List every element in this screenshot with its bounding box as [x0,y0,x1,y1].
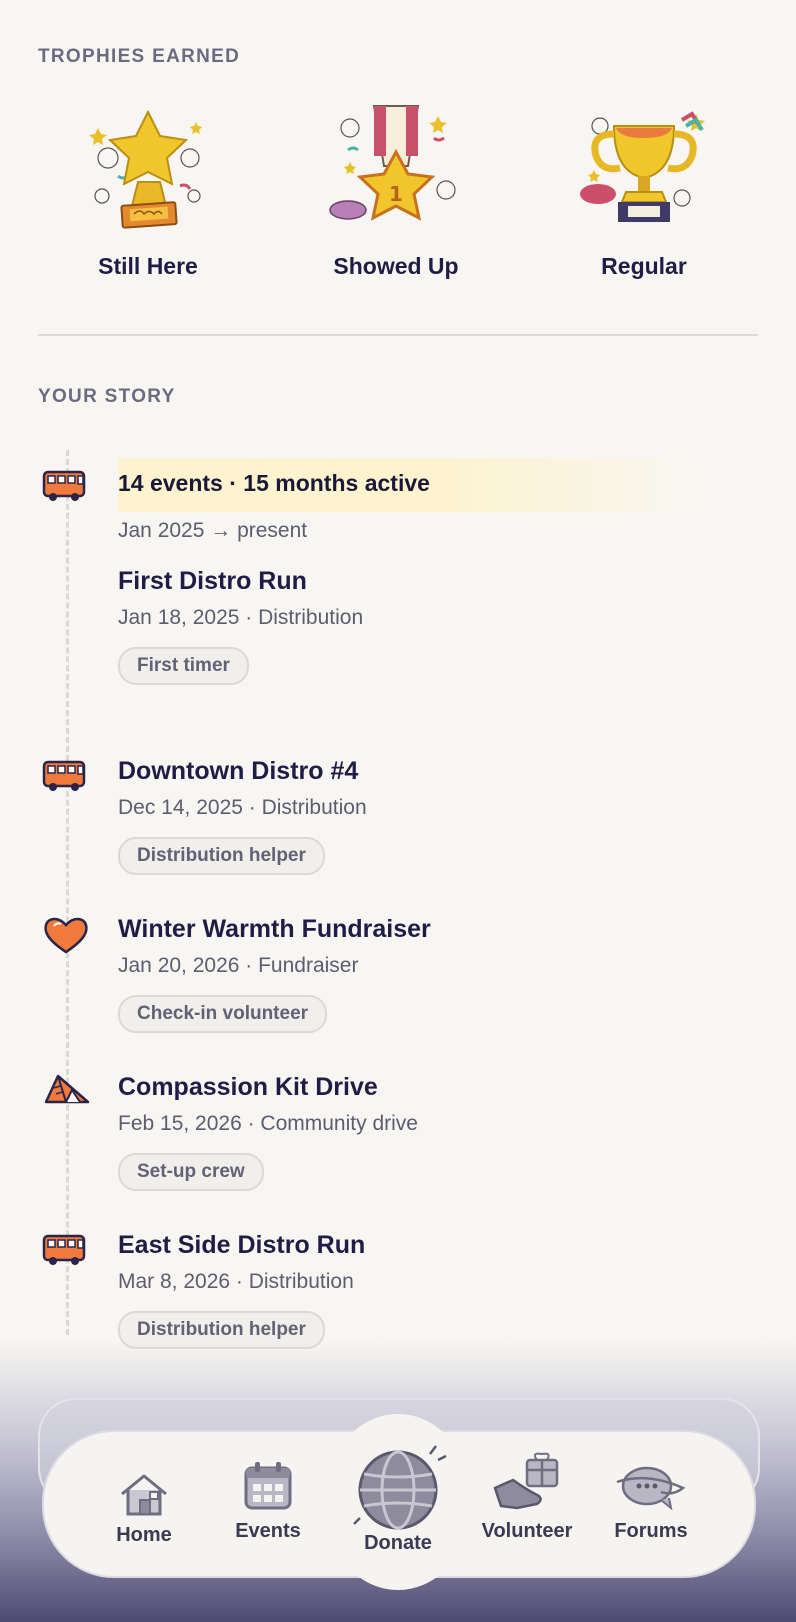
nav-label: Donate [364,1532,432,1554]
role-chip: First timer [118,647,249,685]
nav-label: Forums [614,1520,688,1542]
trophy-regular[interactable]: Regular [549,98,739,280]
tent-icon [44,1074,90,1104]
role-chip: Distribution helper [118,837,325,875]
role-chip: Set-up crew [118,1153,264,1191]
trophy-showed-up[interactable]: 1 Showed Up [301,98,491,280]
role-chip: Check-in volunteer [118,995,328,1033]
calendar-icon [244,1462,292,1510]
trophy-name: Still Here [98,253,198,279]
event-title[interactable]: East Side Distro Run [118,1231,365,1260]
timeline-line [66,450,69,1335]
gift-hand-icon [493,1452,559,1510]
star-medal-icon: 1 [329,105,456,221]
nav-home[interactable]: Home [89,1470,199,1547]
nav-label: Events [235,1520,301,1542]
trophy-name: Showed Up [333,253,459,279]
gold-cup-icon [580,111,705,222]
svg-text:1: 1 [389,182,403,206]
star-trophy-icon [89,109,202,229]
trophies-heading: TROPHIES EARNED [38,46,241,67]
story-range: Jan 2025 → present [118,519,308,542]
event-title[interactable]: Downtown Distro #4 [118,757,358,786]
event-meta: Dec 14, 2025 · Distribution [118,796,367,819]
event-meta: Mar 8, 2026 · Distribution [118,1270,354,1293]
bus-icon [42,760,86,791]
event-meta: Jan 20, 2026 · Fundraiser [118,954,359,977]
nav-donate[interactable]: Donate [343,1444,453,1555]
bus-icon [42,470,86,501]
story-summary: 14 events · 15 months active [118,470,430,496]
nav-label: Volunteer [481,1520,573,1542]
nav-volunteer[interactable]: Volunteer [472,1450,582,1543]
event-title[interactable]: Compassion Kit Drive [118,1073,378,1102]
event-meta: Feb 15, 2026 · Community drive [118,1112,418,1135]
nav-label: Home [116,1524,172,1546]
event-meta: Jan 18, 2025 · Distribution [118,606,364,629]
trophy-name: Regular [601,253,687,279]
nav-forums[interactable]: Forums [596,1458,706,1543]
house-icon [121,1474,167,1516]
event-title[interactable]: First Distro Run [118,567,307,596]
heart-icon [44,917,88,954]
event-title[interactable]: Winter Warmth Fundraiser [118,915,431,944]
section-divider [38,334,758,336]
chat-planet-icon [616,1466,686,1511]
story-heading: YOUR STORY [38,386,176,407]
globe-icon [353,1445,447,1530]
trophy-still-here[interactable]: Still Here [53,98,243,280]
nav-events[interactable]: Events [213,1458,323,1543]
bus-icon [42,1234,86,1265]
